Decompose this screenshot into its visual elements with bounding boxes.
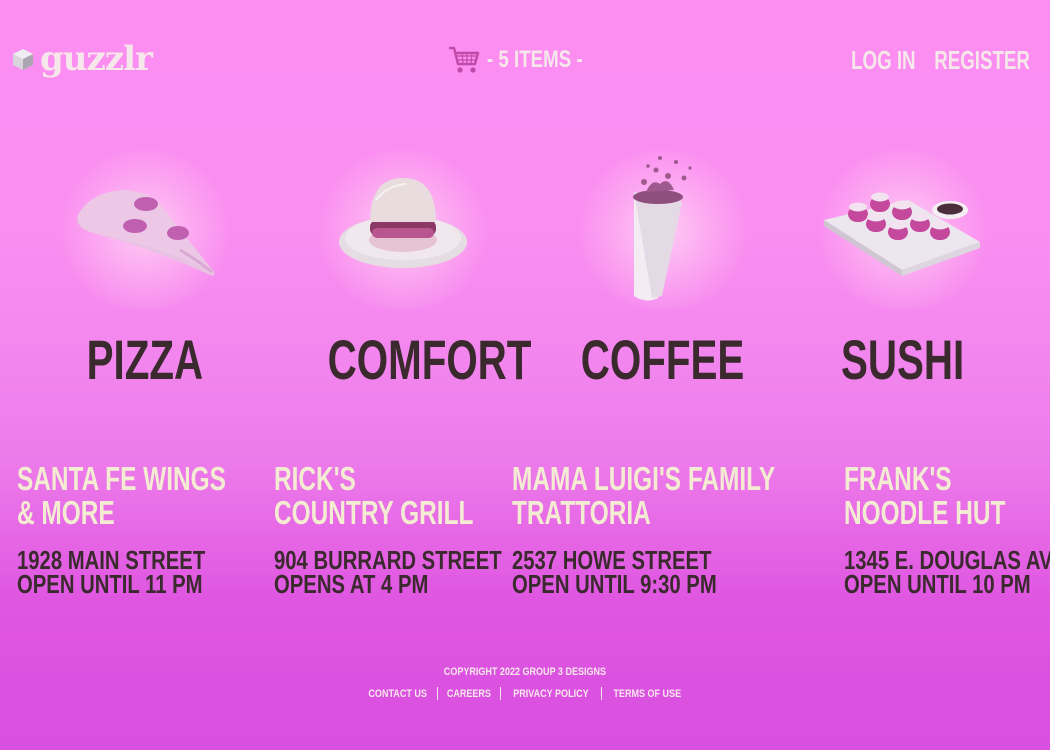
logo[interactable]: guzzlr xyxy=(12,39,153,79)
sushi-tray-icon xyxy=(824,192,980,276)
restaurant-info: 904 BURRARD STREET OPENS AT 4 PM xyxy=(274,547,502,599)
copyright-text: COPYRIGHT 2022 GROUP 3 DESIGNS xyxy=(443,666,607,678)
category-label: SUSHI xyxy=(841,328,965,391)
restaurant-info: 1345 E. DOUGLAS AVE OPEN UNTIL 10 PM xyxy=(844,547,1050,599)
category-label: PIZZA xyxy=(86,328,204,391)
pizza-slice-icon xyxy=(77,190,215,276)
footer: COPYRIGHT 2022 GROUP 3 DESIGNS CONTACT U… xyxy=(0,660,1050,700)
comfort-image xyxy=(288,140,518,320)
cart-button[interactable]: - 5 ITEMS - xyxy=(447,44,610,76)
restaurant-card[interactable]: FRANK'S NOODLE HUT 1345 E. DOUGLAS AVE O… xyxy=(844,460,1050,599)
restaurant-name: FRANK'S NOODLE HUT xyxy=(844,460,1006,531)
restaurant-card[interactable]: SANTA FE WINGS & MORE 1928 MAIN STREET O… xyxy=(17,460,299,599)
restaurant-hours: OPENS AT 4 PM xyxy=(274,569,429,599)
restaurant-name: MAMA LUIGI'S FAMILY TRATTORIA xyxy=(512,460,776,531)
category-label: COFFEE xyxy=(581,328,745,391)
logo-cube-icon xyxy=(13,49,33,70)
logo-text: guzzlr xyxy=(40,39,153,79)
restaurant-hours: OPEN UNTIL 9:30 PM xyxy=(512,569,717,599)
pizza-image xyxy=(30,140,260,320)
restaurant-name: RICK'S COUNTRY GRILL xyxy=(274,460,474,531)
shopping-cart-icon xyxy=(449,46,480,73)
auth-links: LOG IN REGISTER xyxy=(826,45,1030,75)
privacy-policy-link[interactable]: PRIVACY POLICY xyxy=(513,688,588,700)
restaurant-name: SANTA FE WINGS & MORE xyxy=(17,460,226,531)
terms-of-use-link[interactable]: TERMS OF USE xyxy=(613,688,681,700)
category-label: COMFORT xyxy=(327,328,532,391)
restaurant-hours: OPEN UNTIL 11 PM xyxy=(17,569,203,599)
sushi-image xyxy=(788,140,1018,320)
restaurant-hours: OPEN UNTIL 10 PM xyxy=(844,569,1031,599)
careers-link[interactable]: CAREERS xyxy=(447,688,491,700)
contact-us-link[interactable]: CONTACT US xyxy=(368,688,426,700)
cart-item-count: - 5 ITEMS - xyxy=(487,46,583,73)
register-link[interactable]: REGISTER xyxy=(934,45,1030,75)
footer-divider xyxy=(499,687,501,700)
coffee-cup-icon xyxy=(633,156,692,301)
burger-icon xyxy=(339,178,467,268)
login-link[interactable]: LOG IN xyxy=(851,45,915,75)
footer-divider xyxy=(600,687,602,700)
coffee-image xyxy=(548,140,778,320)
footer-links: CONTACT US CAREERS PRIVACY POLICY TERMS … xyxy=(0,687,1050,700)
restaurant-info: 2537 HOWE STREET OPEN UNTIL 9:30 PM xyxy=(512,547,789,599)
restaurant-card[interactable]: MAMA LUIGI'S FAMILY TRATTORIA 2537 HOWE … xyxy=(512,460,868,599)
restaurant-info: 1928 MAIN STREET OPEN UNTIL 11 PM xyxy=(17,547,237,599)
footer-divider xyxy=(437,687,439,700)
